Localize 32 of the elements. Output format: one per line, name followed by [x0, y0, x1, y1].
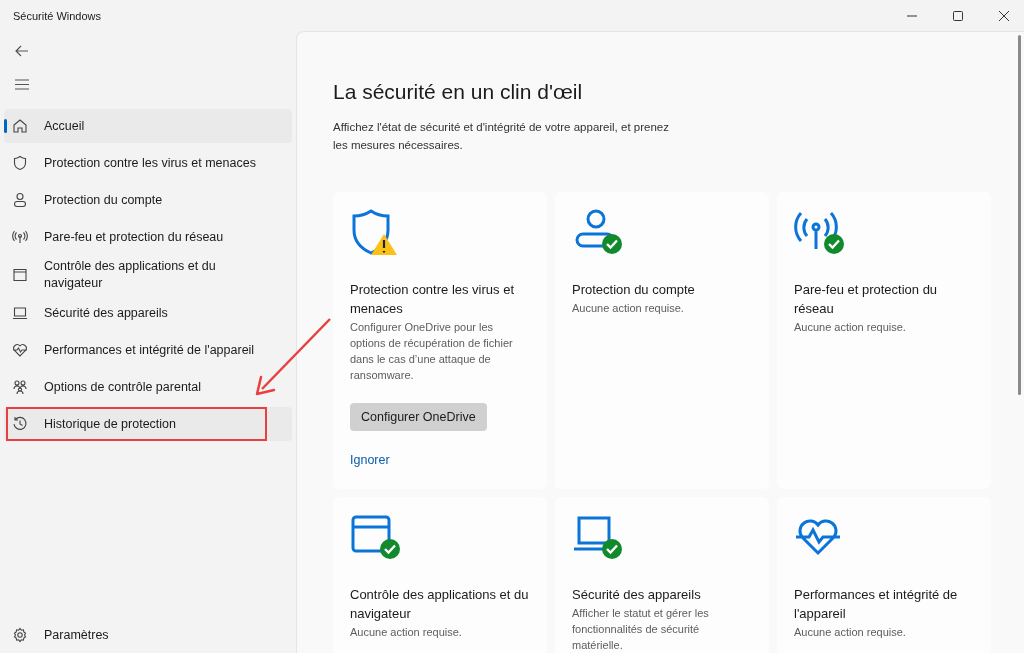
sidebar-item[interactable]: Sécurité des appareils	[4, 296, 292, 330]
sidebar-item[interactable]: Contrôle des applications et du navigateur	[4, 257, 292, 293]
page-description: Affichez l'état de sécurité et d'intégrité de votre appareil, et prenez les mesures nécessaires.	[333, 120, 670, 153]
status-card[interactable]: Sécurité des appareils Afficher le statut et gérer les fonctionnalités de sécurité matérielle.	[555, 497, 769, 653]
dismiss-link[interactable]: Ignorer	[350, 453, 390, 467]
card-title: Protection contre les virus et menaces	[350, 281, 516, 318]
card-description: Aucune action requise.	[794, 625, 906, 640]
card-description: Aucune action requise.	[350, 625, 462, 640]
status-card[interactable]: Pare-feu et protection du réseau Aucune action requise.	[777, 192, 991, 489]
sidebar-item[interactable]: Accueil	[4, 109, 292, 143]
settings-item[interactable]: Paramètres	[0, 627, 296, 653]
card-title: Sécurité des appareils	[572, 586, 701, 604]
status-card[interactable]: Contrôle des applications et du navigateur Aucune action requise.	[333, 497, 547, 653]
window-title: Sécurité Windows	[13, 9, 102, 22]
status-card[interactable]: Protection du compte Aucune action requise.	[555, 192, 769, 489]
sidebar-item[interactable]: Protection du compte	[4, 183, 292, 217]
sidebar-item[interactable]: Pare-feu et protection du réseau	[4, 220, 292, 254]
status-card[interactable]: Performances et intégrité de l'appareil Aucune action requise.	[777, 497, 991, 653]
card-description: Afficher le statut et gérer les fonctionnalités de sécurité matérielle.	[572, 606, 710, 653]
card-title: Performances et intégrité de l'appareil	[794, 586, 959, 623]
card-description: Aucune action requise.	[572, 301, 684, 316]
sidebar-item[interactable]: Protection contre les virus et menaces	[4, 146, 292, 180]
card-title: Contrôle des applications et du navigateur	[350, 586, 530, 623]
configure-button[interactable]: Configurer OneDrive	[350, 403, 487, 431]
card-title: Pare-feu et protection du réseau	[794, 281, 939, 318]
status-card[interactable]: Protection contre les virus et menaces Configurer OneDrive pour les options de récupération de fichier dans le cas d’une attaque de ransomware. Configurer OneDrive Ignorer	[333, 192, 547, 489]
card-description: Configurer OneDrive pour les options de récupération de fichier dans le cas d’une attaque de ransomware.	[350, 320, 514, 383]
sidebar-item[interactable]: Options de contrôle parental	[4, 370, 292, 404]
page-title: La sécurité en un clin d'œil	[333, 80, 584, 104]
card-title: Protection du compte	[572, 281, 695, 299]
card-description: Aucune action requise.	[794, 320, 906, 335]
sidebar-item[interactable]: Performances et intégrité de l'appareil	[4, 333, 292, 367]
